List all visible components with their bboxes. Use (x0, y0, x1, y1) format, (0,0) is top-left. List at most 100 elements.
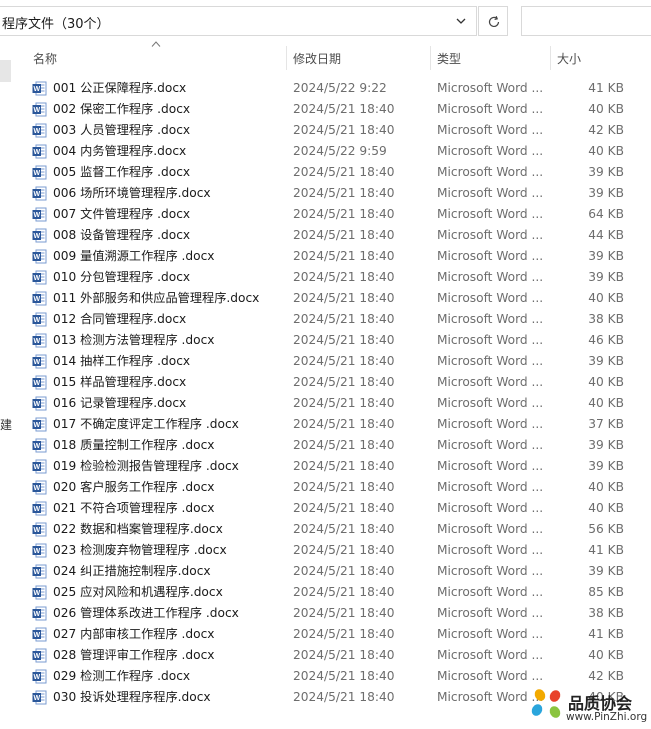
word-document-icon: W (32, 522, 47, 537)
file-row[interactable]: W 002 保密工作程序 .docx 2024/5/21 18:40 Microsof… (30, 99, 630, 120)
file-type: Microsoft Word ... (437, 648, 544, 662)
file-name: 003 人员管理程序 .docx (53, 123, 191, 137)
file-row[interactable]: W 007 文件管理程序 .docx 2024/5/21 18:40 Microsof… (30, 204, 630, 225)
file-row[interactable]: W 003 人员管理程序 .docx 2024/5/21 18:40 Microsof… (30, 120, 630, 141)
file-row[interactable]: W 020 客户服务工作程序 .docx 2024/5/21 18:40 Micros… (30, 477, 630, 498)
file-row[interactable]: W 017 不确定度评定工作程序 .docx 2024/5/21 18:40 Micr… (30, 414, 630, 435)
file-row[interactable]: W 018 质量控制工作程序 .docx 2024/5/21 18:40 Micros… (30, 435, 630, 456)
file-type: Microsoft Word ... (437, 417, 544, 431)
word-document-icon: W (32, 102, 47, 117)
file-row[interactable]: W 025 应对风险和机遇程序.docx 2024/5/21 18:40 Micros… (30, 582, 630, 603)
refresh-button[interactable] (478, 6, 508, 36)
file-modified-date: 2024/5/21 18:40 (293, 375, 395, 389)
file-row[interactable]: W 023 检测废弃物管理程序 .docx 2024/5/21 18:40 Micro… (30, 540, 630, 561)
file-size: 39 KB (588, 270, 624, 284)
file-row[interactable]: W 019 检验检测报告管理程序 .docx 2024/5/21 18:40 Micr… (30, 456, 630, 477)
word-document-icon: W (32, 249, 47, 264)
file-row[interactable]: W 015 样品管理程序.docx 2024/5/21 18:40 Microsoft… (30, 372, 630, 393)
address-bar[interactable]: 程序文件（30个） (0, 6, 477, 36)
svg-text:W: W (33, 254, 40, 261)
file-modified-date: 2024/5/21 18:40 (293, 669, 395, 683)
file-type: Microsoft Word ... (437, 291, 544, 305)
svg-text:W: W (33, 380, 40, 387)
file-row[interactable]: W 026 管理体系改进工作程序 .docx 2024/5/21 18:40 Micr… (30, 603, 630, 624)
address-path[interactable]: 程序文件（30个） (2, 13, 110, 32)
file-modified-date: 2024/5/21 18:40 (293, 333, 395, 347)
word-document-icon: W (32, 648, 47, 663)
file-row[interactable]: W 024 纠正措施控制程序.docx 2024/5/21 18:40 Microso… (30, 561, 630, 582)
file-name: 024 纠正措施控制程序.docx (53, 564, 211, 578)
svg-text:W: W (33, 149, 40, 156)
column-divider[interactable] (430, 46, 431, 70)
file-row[interactable]: W 001 公正保障程序.docx 2024/5/22 9:22 Microsoft … (30, 78, 630, 99)
file-type: Microsoft Word ... (437, 186, 544, 200)
svg-text:W: W (33, 233, 40, 240)
file-type: Microsoft Word ... (437, 396, 544, 410)
file-row[interactable]: W 010 分包管理程序 .docx 2024/5/21 18:40 Microsof… (30, 267, 630, 288)
file-modified-date: 2024/5/22 9:59 (293, 144, 387, 158)
file-type: Microsoft Word ... (437, 144, 544, 158)
column-header-size[interactable]: 大小 (557, 50, 581, 68)
file-row[interactable]: W 004 内务管理程序.docx 2024/5/22 9:59 Microsoft … (30, 141, 630, 162)
word-document-icon: W (32, 81, 47, 96)
column-divider[interactable] (286, 46, 287, 70)
word-document-icon: W (32, 270, 47, 285)
file-row[interactable]: W 008 设备管理程序 .docx 2024/5/21 18:40 Microsof… (30, 225, 630, 246)
svg-text:W: W (33, 611, 40, 618)
word-document-icon: W (32, 333, 47, 348)
file-row[interactable]: W 011 外部服务和供应品管理程序.docx 2024/5/21 18:40 Mic… (30, 288, 630, 309)
file-type: Microsoft Word ... (437, 228, 544, 242)
file-type: Microsoft Word ... (437, 354, 544, 368)
file-row[interactable]: W 022 数据和档案管理程序.docx 2024/5/21 18:40 Micros… (30, 519, 630, 540)
column-header-name[interactable]: 名称 (33, 50, 57, 68)
file-row[interactable]: W 006 场所环境管理程序.docx 2024/5/21 18:40 Microso… (30, 183, 630, 204)
file-size: 46 KB (588, 333, 624, 347)
file-name: 023 检测废弃物管理程序 .docx (53, 543, 227, 557)
file-row[interactable]: W 005 监督工作程序 .docx 2024/5/21 18:40 Microsof… (30, 162, 630, 183)
svg-text:W: W (33, 128, 40, 135)
file-modified-date: 2024/5/21 18:40 (293, 690, 395, 704)
word-document-icon: W (32, 690, 47, 705)
word-document-icon: W (32, 144, 47, 159)
file-row[interactable]: W 021 不符合项管理程序 .docx 2024/5/21 18:40 Micros… (30, 498, 630, 519)
svg-text:W: W (33, 527, 40, 534)
file-name: 018 质量控制工作程序 .docx (53, 438, 215, 452)
column-divider[interactable] (550, 46, 551, 70)
file-name: 006 场所环境管理程序.docx (53, 186, 211, 200)
svg-text:W: W (33, 674, 40, 681)
file-modified-date: 2024/5/21 18:40 (293, 543, 395, 557)
word-document-icon: W (32, 354, 47, 369)
file-row[interactable]: W 009 量值溯源工作程序 .docx 2024/5/21 18:40 Micros… (30, 246, 630, 267)
file-type: Microsoft Word ... (437, 102, 544, 116)
word-document-icon: W (32, 669, 47, 684)
svg-text:W: W (33, 317, 40, 324)
file-type: Microsoft Word ... (437, 480, 544, 494)
file-modified-date: 2024/5/21 18:40 (293, 228, 395, 242)
file-name: 030 投诉处理程序程序.docx (53, 690, 211, 704)
file-type: Microsoft Word ... (437, 270, 544, 284)
file-name: 011 外部服务和供应品管理程序.docx (53, 291, 260, 305)
chevron-down-icon[interactable] (454, 14, 468, 28)
file-row[interactable]: W 029 检测工作程序 .docx 2024/5/21 18:40 Microsof… (30, 666, 630, 687)
file-modified-date: 2024/5/22 9:22 (293, 81, 387, 95)
file-row[interactable]: W 027 内部审核工作程序 .docx 2024/5/21 18:40 Micros… (30, 624, 630, 645)
svg-text:W: W (33, 401, 40, 408)
file-name: 014 抽样工作程序 .docx (53, 354, 191, 368)
file-row[interactable]: W 016 记录管理程序.docx 2024/5/21 18:40 Microsoft… (30, 393, 630, 414)
word-document-icon: W (32, 459, 47, 474)
column-header-type[interactable]: 类型 (437, 50, 461, 68)
file-type: Microsoft Word ... (437, 123, 544, 137)
search-input[interactable] (521, 6, 651, 36)
file-row[interactable]: W 028 管理评审工作程序 .docx 2024/5/21 18:40 Micros… (30, 645, 630, 666)
nav-pane-selected-item[interactable] (0, 60, 11, 82)
file-size: 40 KB (588, 291, 624, 305)
file-row[interactable]: W 012 合同管理程序.docx 2024/5/21 18:40 Microsoft… (30, 309, 630, 330)
file-size: 85 KB (588, 585, 624, 599)
word-document-icon: W (32, 207, 47, 222)
file-row[interactable]: W 013 检测方法管理程序 .docx 2024/5/21 18:40 Micros… (30, 330, 630, 351)
file-type: Microsoft Word ... (437, 606, 544, 620)
column-header-date[interactable]: 修改日期 (293, 50, 341, 68)
nav-pane-item-label[interactable]: 建 (0, 416, 12, 433)
file-modified-date: 2024/5/21 18:40 (293, 438, 395, 452)
file-row[interactable]: W 014 抽样工作程序 .docx 2024/5/21 18:40 Microsof… (30, 351, 630, 372)
